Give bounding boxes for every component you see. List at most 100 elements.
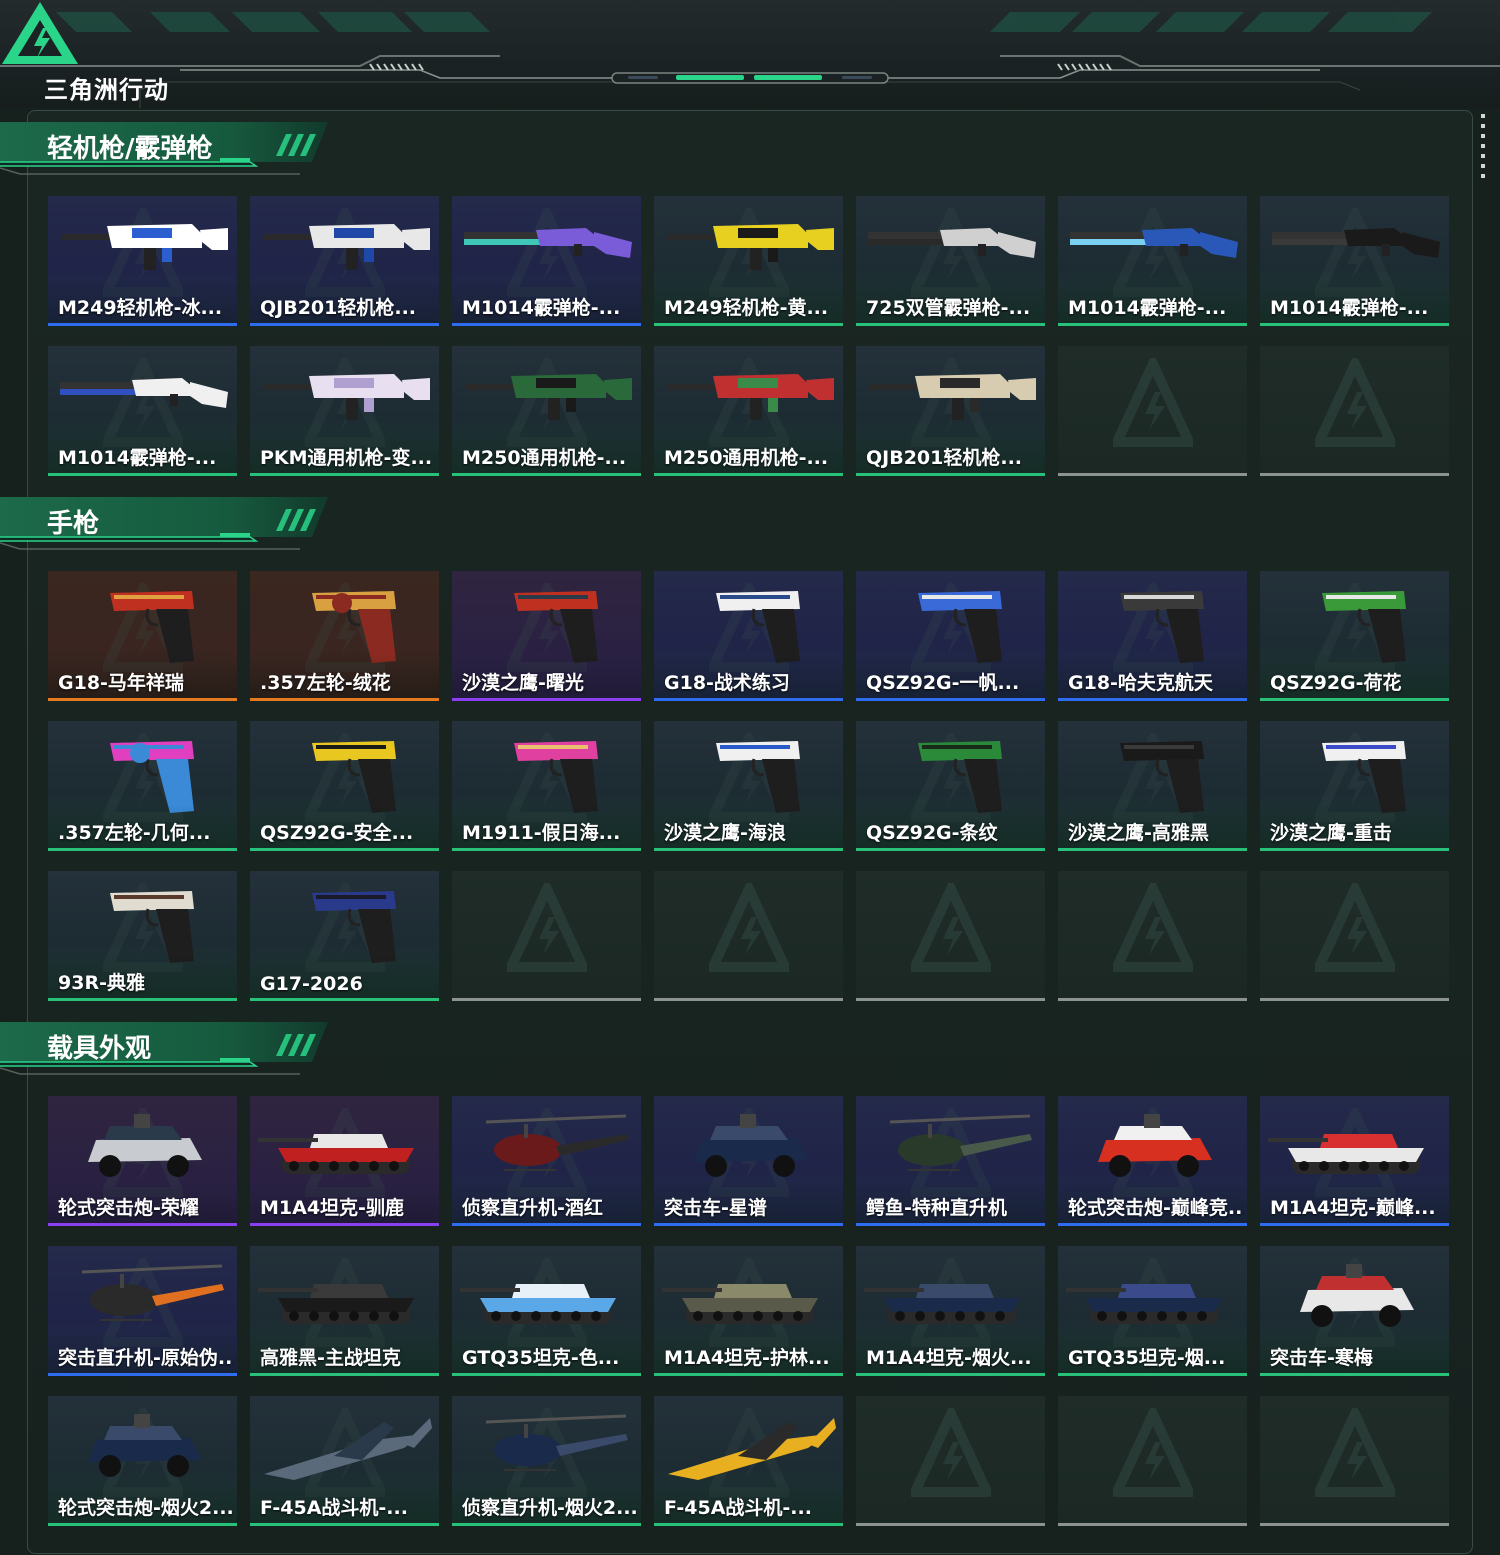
skin-thumbnail <box>668 1418 836 1480</box>
skin-thumbnail <box>870 374 1036 420</box>
skin-name: QJB201轻机枪... <box>260 297 417 319</box>
skin-card[interactable]: QJB201轻机枪... <box>856 346 1045 476</box>
skin-card[interactable]: 轮式突击炮-荣耀 <box>48 1096 237 1226</box>
skin-name: 轮式突击炮-巅峰竞... <box>1068 1197 1244 1219</box>
skin-thumbnail <box>918 591 1002 663</box>
empty-slot <box>1260 346 1449 476</box>
skin-thumbnail <box>312 891 396 963</box>
skin-card[interactable]: M1A4坦克-烟火... <box>856 1246 1045 1376</box>
skin-card[interactable]: G17-2026 <box>250 871 439 1001</box>
skin-name: 轮式突击炮-烟火2... <box>58 1497 234 1519</box>
skin-card[interactable]: 725双管霰弹枪-... <box>856 196 1045 326</box>
skin-card[interactable]: PKM通用机枪-变... <box>250 346 439 476</box>
skin-card[interactable]: F-45A战斗机-... <box>654 1396 843 1526</box>
skin-thumbnail <box>264 224 430 270</box>
skin-card[interactable]: 突击车-星谱 <box>654 1096 843 1226</box>
section-header: 载具外观 <box>0 1020 340 1080</box>
scrollbar-handle[interactable] <box>1481 114 1485 180</box>
skin-card[interactable]: M250通用机枪-... <box>452 346 641 476</box>
skin-card[interactable]: QSZ92G-条纹 <box>856 721 1045 851</box>
skin-thumbnail <box>662 1284 818 1324</box>
skin-name: M1A4坦克-烟火... <box>866 1347 1032 1369</box>
skin-card[interactable]: 93R-典雅 <box>48 871 237 1001</box>
skin-thumbnail <box>716 741 800 813</box>
skin-thumbnail <box>918 741 1002 813</box>
skin-name: F-45A战斗机-... <box>664 1497 812 1519</box>
skin-thumbnail <box>694 1114 808 1177</box>
skin-card[interactable]: 轮式突击炮-巅峰竞... <box>1058 1096 1247 1226</box>
skin-name: QSZ92G-荷花 <box>1270 672 1402 694</box>
skin-card[interactable]: M250通用机枪-... <box>654 346 843 476</box>
delta-watermark-icon <box>507 883 587 972</box>
empty-slot <box>654 871 843 1001</box>
skin-name: G18-哈夫克航天 <box>1068 672 1213 694</box>
skin-thumbnail <box>88 1114 202 1177</box>
skin-card[interactable]: 沙漠之鹰-重击 <box>1260 721 1449 851</box>
skin-card[interactable]: F-45A战斗机-... <box>250 1396 439 1526</box>
skin-card[interactable]: M1A4坦克-驯鹿 <box>250 1096 439 1226</box>
skin-name: GTQ35坦克-色... <box>462 1347 620 1369</box>
skin-name: .357左轮-几何... <box>58 822 211 844</box>
skin-name: M1A4坦克-巅峰... <box>1270 1197 1436 1219</box>
skin-thumbnail <box>485 1114 628 1171</box>
banner-decoration <box>0 12 1500 108</box>
skin-thumbnail <box>88 1414 202 1477</box>
section-title: 载具外观 <box>47 1034 152 1064</box>
skin-card[interactable]: M249轻机枪-黄... <box>654 196 843 326</box>
skin-card[interactable]: M1A4坦克-巅峰... <box>1260 1096 1449 1226</box>
skin-thumbnail <box>668 374 834 420</box>
skin-card[interactable]: 沙漠之鹰-曙光 <box>452 571 641 701</box>
skin-card[interactable]: 突击直升机-原始伪... <box>48 1246 237 1376</box>
delta-logo-icon <box>2 2 78 64</box>
skin-card[interactable]: 沙漠之鹰-高雅黑 <box>1058 721 1247 851</box>
skin-name: 突击直升机-原始伪... <box>58 1347 234 1369</box>
skin-card[interactable]: 高雅黑-主战坦克 <box>250 1246 439 1376</box>
skin-card[interactable]: QSZ92G-荷花 <box>1260 571 1449 701</box>
skin-name: QSZ92G-安全... <box>260 822 414 844</box>
skin-name: QSZ92G-一帆... <box>866 672 1020 694</box>
skin-card[interactable]: 侦察直升机-酒红 <box>452 1096 641 1226</box>
skin-thumbnail <box>716 591 800 663</box>
skin-thumbnail <box>62 224 228 270</box>
skin-card[interactable]: M1014霰弹枪-... <box>452 196 641 326</box>
skin-card[interactable]: 沙漠之鹰-海浪 <box>654 721 843 851</box>
skin-card[interactable]: 侦察直升机-烟火2... <box>452 1396 641 1526</box>
skin-name: M249轻机枪-黄... <box>664 297 829 319</box>
skin-thumbnail <box>60 378 228 408</box>
skin-card[interactable]: GTQ35坦克-烟... <box>1058 1246 1247 1376</box>
skin-card[interactable]: M1014霰弹枪-... <box>1058 196 1247 326</box>
skin-card[interactable]: .357左轮-绒花 <box>250 571 439 701</box>
skin-card[interactable]: M1014霰弹枪-... <box>48 346 237 476</box>
skin-thumbnail <box>514 591 598 663</box>
skin-name: 突击车-星谱 <box>664 1197 767 1219</box>
delta-watermark-icon <box>911 1408 991 1497</box>
skin-thumbnail <box>460 1284 616 1324</box>
delta-watermark-icon <box>1113 1408 1193 1497</box>
skin-card[interactable]: G18-哈夫克航天 <box>1058 571 1247 701</box>
skin-name: 突击车-寒梅 <box>1270 1347 1373 1369</box>
skin-card[interactable]: 突击车-寒梅 <box>1260 1246 1449 1376</box>
skin-card[interactable]: M1014霰弹枪-... <box>1260 196 1449 326</box>
skin-card[interactable]: 轮式突击炮-烟火2... <box>48 1396 237 1526</box>
skin-thumbnail <box>258 1134 414 1174</box>
skin-name: 沙漠之鹰-曙光 <box>462 672 584 694</box>
skin-card[interactable]: GTQ35坦克-色... <box>452 1246 641 1376</box>
skin-name: QSZ92G-条纹 <box>866 822 998 844</box>
skin-card[interactable]: G18-马年祥瑞 <box>48 571 237 701</box>
skin-card[interactable]: QSZ92G-安全... <box>250 721 439 851</box>
skin-name: M1911-假日海... <box>462 822 621 844</box>
skin-thumbnail <box>1098 1114 1212 1177</box>
skin-thumbnail <box>1300 1264 1414 1327</box>
skin-card[interactable]: QSZ92G-一帆... <box>856 571 1045 701</box>
skin-card[interactable]: QJB201轻机枪... <box>250 196 439 326</box>
skin-name: M250通用机枪-... <box>462 447 627 469</box>
skin-card[interactable]: G18-战术练习 <box>654 571 843 701</box>
skin-thumbnail <box>466 374 632 420</box>
skin-card[interactable]: M1911-假日海... <box>452 721 641 851</box>
skin-card[interactable]: .357左轮-几何... <box>48 721 237 851</box>
top-banner: 三角洲行动 <box>0 0 1500 108</box>
skin-card[interactable]: M249轻机枪-冰... <box>48 196 237 326</box>
skin-card[interactable]: M1A4坦克-护林... <box>654 1246 843 1376</box>
game-logo-text: 三角洲行动 <box>44 76 169 104</box>
skin-card[interactable]: 鳄鱼-特种直升机 <box>856 1096 1045 1226</box>
